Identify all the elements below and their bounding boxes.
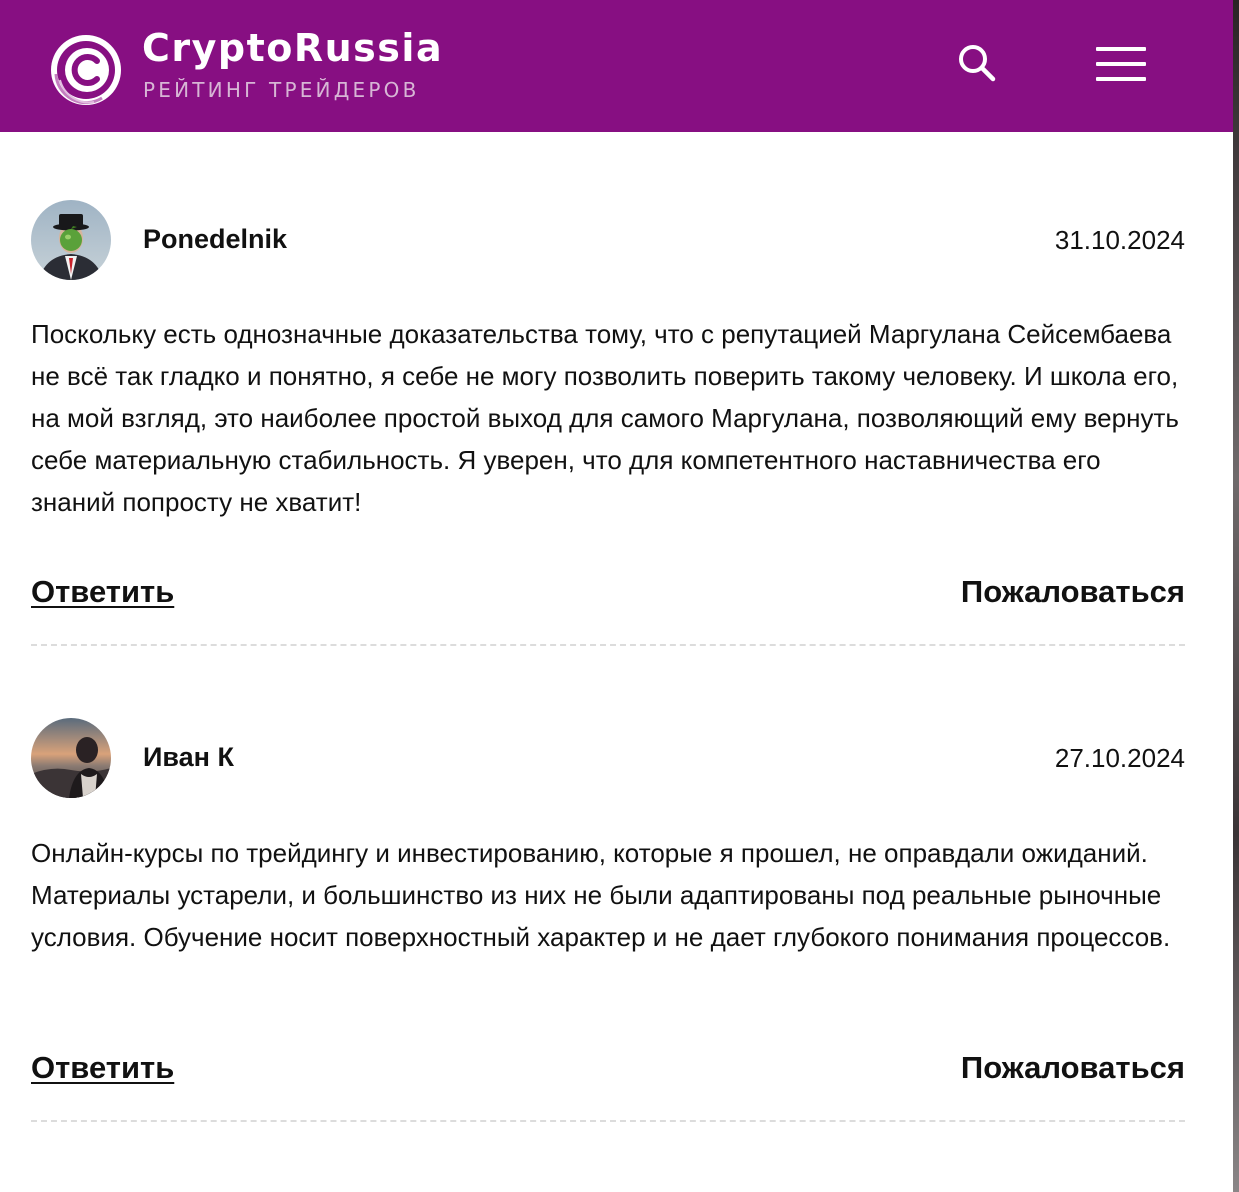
comment-divider bbox=[31, 1120, 1185, 1122]
page: CryptoRussia РЕЙТИНГ ТРЕЙДЕРОВ Ponedelni… bbox=[0, 0, 1239, 1192]
site-subtitle: РЕЙТИНГ ТРЕЙДЕРОВ bbox=[143, 78, 420, 102]
comment-divider bbox=[31, 644, 1185, 646]
menu-line bbox=[1096, 47, 1146, 51]
site-title[interactable]: CryptoRussia bbox=[142, 26, 443, 70]
reply-link[interactable]: Ответить bbox=[31, 1050, 174, 1086]
avatar[interactable] bbox=[31, 718, 111, 798]
comment: Ponedelnik 31.10.2024 Поскольку есть одн… bbox=[31, 200, 1185, 650]
comment-text: Онлайн-курсы по трейдингу и инвестирован… bbox=[31, 838, 1171, 952]
menu-line bbox=[1096, 77, 1146, 81]
site-header: CryptoRussia РЕЙТИНГ ТРЕЙДЕРОВ bbox=[0, 0, 1233, 132]
menu-line bbox=[1096, 62, 1146, 66]
comment-text: Поскольку есть однозначные доказательств… bbox=[31, 319, 1179, 517]
comment-author: Иван К bbox=[143, 742, 234, 772]
report-link[interactable]: Пожаловаться bbox=[961, 574, 1185, 610]
report-link[interactable]: Пожаловаться bbox=[961, 1050, 1185, 1086]
avatar[interactable] bbox=[31, 200, 111, 280]
window-edge bbox=[1233, 0, 1239, 1192]
comment: Иван К 27.10.2024 Онлайн-курсы по трейди… bbox=[31, 718, 1185, 1128]
reply-link[interactable]: Ответить bbox=[31, 574, 174, 610]
search-icon[interactable] bbox=[956, 42, 998, 84]
comment-author: Ponedelnik bbox=[143, 224, 288, 254]
comment-date: 27.10.2024 bbox=[1054, 743, 1185, 773]
hamburger-menu-icon[interactable] bbox=[1096, 45, 1146, 83]
c-logo-icon[interactable] bbox=[50, 34, 122, 106]
comment-date: 31.10.2024 bbox=[1054, 225, 1185, 255]
